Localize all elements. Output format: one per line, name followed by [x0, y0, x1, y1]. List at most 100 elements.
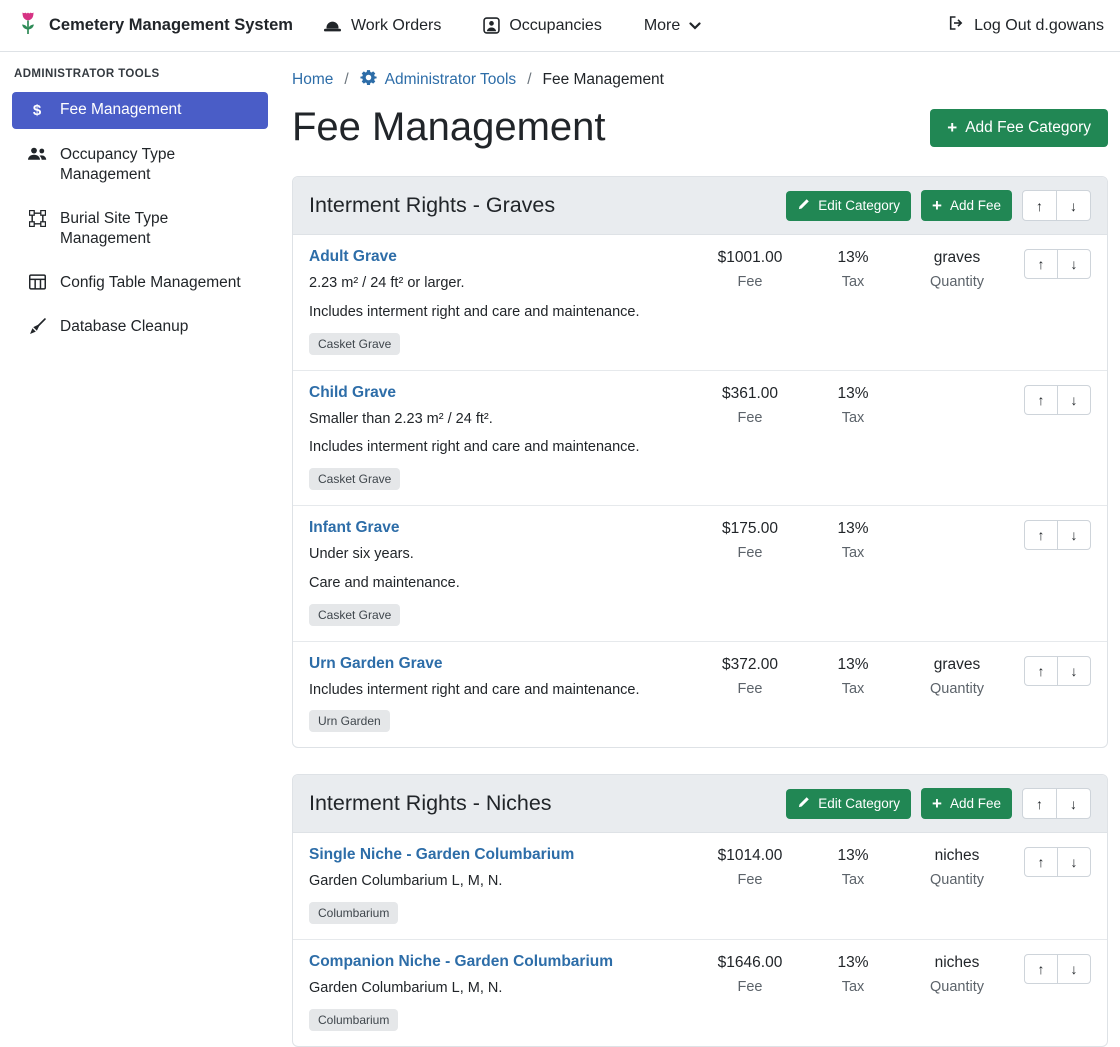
move-fee-up-button[interactable]: ↑ [1024, 249, 1058, 279]
dollar-icon: $ [26, 101, 48, 121]
arrow-up-icon: ↑ [1038, 392, 1045, 408]
arrow-up-icon: ↑ [1038, 961, 1045, 977]
nav-occupancies-label: Occupancies [509, 17, 602, 35]
arrow-up-icon: ↑ [1038, 256, 1045, 272]
vector-square-icon [26, 210, 48, 227]
fee-tax: 13% Tax [805, 953, 901, 995]
move-fee-down-button[interactable]: ↓ [1057, 385, 1091, 415]
top-navbar: Cemetery Management System Work Orders O… [0, 0, 1120, 52]
move-fee-down-button[interactable]: ↓ [1057, 249, 1091, 279]
fee-row: Adult Grave 2.23 m² / 24 ft² or larger. … [293, 235, 1107, 370]
fee-description: Garden Columbarium L, M, N. [309, 871, 687, 893]
fee-description: Care and maintenance. [309, 573, 687, 595]
fee-tag-badge: Casket Grave [309, 604, 400, 626]
move-fee-up-button[interactable]: ↑ [1024, 954, 1058, 984]
fee-description: 2.23 m² / 24 ft² or larger. [309, 273, 687, 295]
move-fee-up-button[interactable]: ↑ [1024, 520, 1058, 550]
add-fee-category-button[interactable]: + Add Fee Category [930, 109, 1108, 147]
add-fee-button[interactable]: + Add Fee [921, 788, 1012, 819]
move-fee-down-button[interactable]: ↓ [1057, 520, 1091, 550]
fee-amount: $1014.00 Fee [695, 846, 805, 888]
fee-tax: 13% Tax [805, 384, 901, 426]
sidebar: ADMINISTRATOR TOOLS $ Fee Management Occ… [0, 52, 280, 363]
edit-category-label: Edit Category [818, 198, 900, 213]
chevron-down-icon [689, 22, 701, 30]
fee-name-link[interactable]: Child Grave [309, 384, 396, 402]
fee-name-link[interactable]: Urn Garden Grave [309, 655, 443, 673]
sidebar-header: ADMINISTRATOR TOOLS [14, 68, 266, 80]
sidebar-item-occupancy-type-management[interactable]: Occupancy Type Management [12, 137, 268, 193]
logout-label: Log Out d.gowans [974, 17, 1104, 35]
add-fee-button[interactable]: + Add Fee [921, 190, 1012, 221]
arrow-up-icon: ↑ [1036, 796, 1043, 812]
sidebar-item-config-table-management[interactable]: Config Table Management [12, 265, 268, 301]
broom-icon [26, 318, 48, 335]
fee-quantity: niches Quantity [901, 846, 1013, 888]
fee-tag-badge: Urn Garden [309, 710, 390, 732]
move-fee-up-button[interactable]: ↑ [1024, 656, 1058, 686]
arrow-down-icon: ↓ [1070, 198, 1077, 214]
fee-description: Smaller than 2.23 m² / 24 ft². [309, 409, 687, 431]
add-fee-category-label: Add Fee Category [965, 119, 1091, 137]
move-fee-up-button[interactable]: ↑ [1024, 385, 1058, 415]
fee-reorder-group: ↑ ↓ [1013, 384, 1091, 415]
fee-description: Includes interment right and care and ma… [309, 680, 687, 702]
move-category-down-button[interactable]: ↓ [1056, 788, 1091, 819]
fee-description: Includes interment right and care and ma… [309, 437, 687, 459]
move-fee-down-button[interactable]: ↓ [1057, 847, 1091, 877]
category-title: Interment Rights - Graves [309, 193, 776, 218]
fee-tag-badge: Columbarium [309, 1009, 398, 1031]
fee-tax: 13% Tax [805, 655, 901, 697]
fee-quantity: graves Quantity [901, 655, 1013, 697]
fee-name-link[interactable]: Adult Grave [309, 248, 397, 266]
sidebar-item-label: Burial Site Type Management [60, 209, 252, 249]
move-category-up-button[interactable]: ↑ [1022, 190, 1057, 221]
breadcrumb-current: Fee Management [543, 71, 665, 89]
arrow-down-icon: ↓ [1071, 961, 1078, 977]
people-icon [26, 146, 48, 162]
arrow-down-icon: ↓ [1071, 854, 1078, 870]
app-brand[interactable]: Cemetery Management System [16, 10, 293, 41]
arrow-up-icon: ↑ [1038, 527, 1045, 543]
edit-category-button[interactable]: Edit Category [786, 789, 911, 819]
fee-name-link[interactable]: Single Niche - Garden Columbarium [309, 846, 574, 864]
add-fee-label: Add Fee [950, 796, 1001, 811]
logout-button[interactable]: Log Out d.gowans [947, 15, 1104, 36]
arrow-down-icon: ↓ [1071, 256, 1078, 272]
fee-reorder-group: ↑ ↓ [1013, 519, 1091, 550]
sidebar-item-database-cleanup[interactable]: Database Cleanup [12, 309, 268, 345]
arrow-up-icon: ↑ [1036, 198, 1043, 214]
arrow-up-icon: ↑ [1038, 854, 1045, 870]
arrow-down-icon: ↓ [1070, 796, 1077, 812]
fee-tag-badge: Casket Grave [309, 468, 400, 490]
move-category-up-button[interactable]: ↑ [1022, 788, 1057, 819]
nav-work-orders[interactable]: Work Orders [323, 17, 441, 35]
nav-more[interactable]: More [644, 17, 701, 35]
edit-category-button[interactable]: Edit Category [786, 191, 911, 221]
move-category-down-button[interactable]: ↓ [1056, 190, 1091, 221]
fee-row: Infant Grave Under six years. Care and m… [293, 505, 1107, 641]
sidebar-item-fee-management[interactable]: $ Fee Management [12, 92, 268, 129]
move-fee-down-button[interactable]: ↓ [1057, 954, 1091, 984]
fee-name-link[interactable]: Infant Grave [309, 519, 399, 537]
breadcrumb-home-link[interactable]: Home [292, 71, 333, 89]
fee-row: Companion Niche - Garden Columbarium Gar… [293, 939, 1107, 1046]
main-content: Home / Administrator Tools / Fee Managem… [280, 52, 1120, 1047]
breadcrumb: Home / Administrator Tools / Fee Managem… [292, 66, 1108, 91]
move-fee-up-button[interactable]: ↑ [1024, 847, 1058, 877]
fee-name-link[interactable]: Companion Niche - Garden Columbarium [309, 953, 613, 971]
move-fee-down-button[interactable]: ↓ [1057, 656, 1091, 686]
fee-tax: 13% Tax [805, 519, 901, 561]
edit-category-label: Edit Category [818, 796, 900, 811]
sidebar-item-label: Occupancy Type Management [60, 145, 252, 185]
plus-icon: + [947, 119, 957, 136]
sidebar-item-burial-site-type-management[interactable]: Burial Site Type Management [12, 201, 268, 257]
breadcrumb-admin-tools-link[interactable]: Administrator Tools [360, 69, 517, 91]
nav-occupancies[interactable]: Occupancies [483, 17, 602, 35]
breadcrumb-admin-tools-label: Administrator Tools [385, 71, 517, 89]
fee-row: Urn Garden Grave Includes interment righ… [293, 641, 1107, 748]
sidebar-item-label: Fee Management [60, 100, 182, 120]
fee-amount: $372.00 Fee [695, 655, 805, 697]
category-reorder-group: ↑ ↓ [1022, 190, 1091, 221]
category-title: Interment Rights - Niches [309, 791, 776, 816]
